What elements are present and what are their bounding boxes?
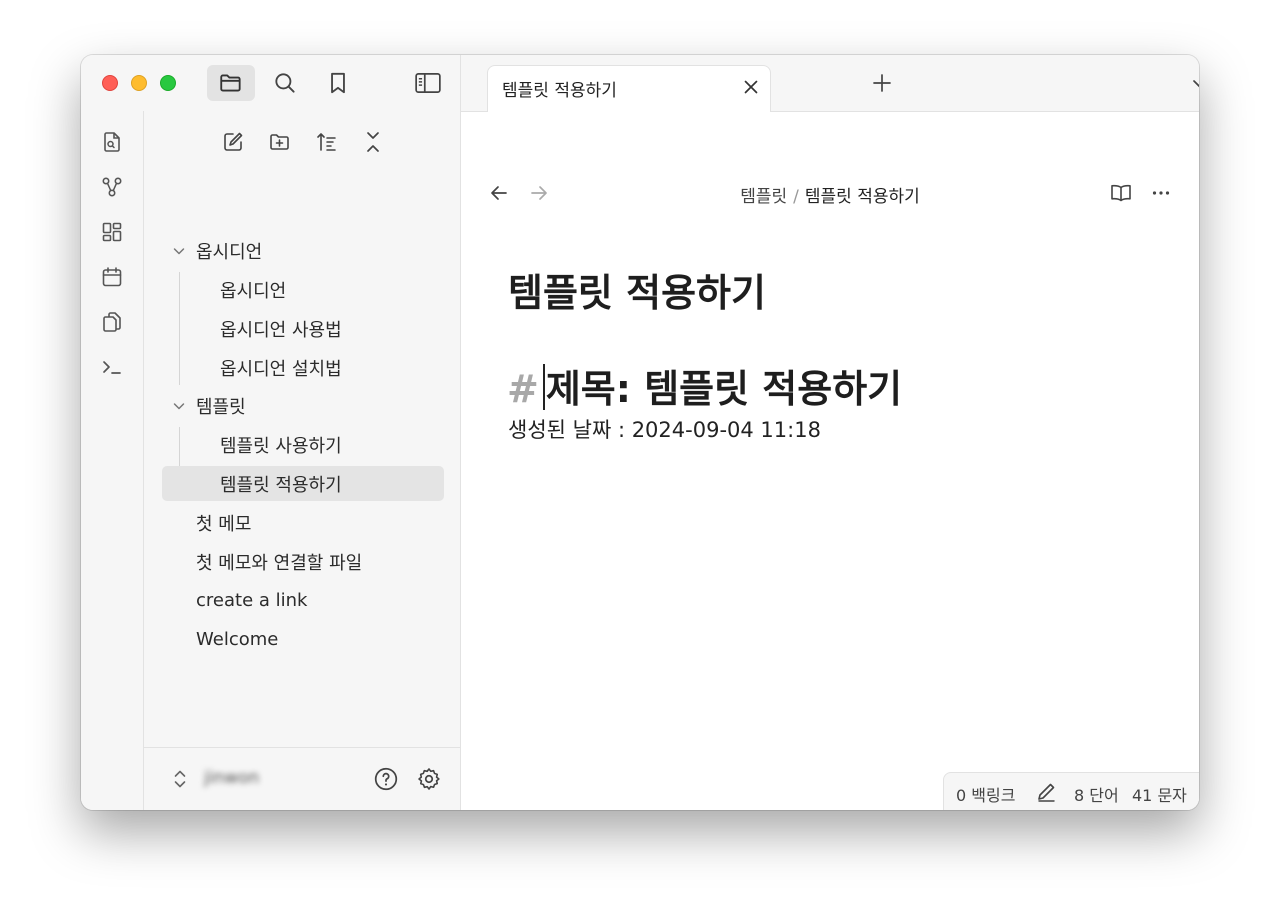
settings-button[interactable] — [415, 765, 443, 793]
breadcrumb-file[interactable]: 템플릿 적용하기 — [805, 187, 920, 207]
ribbon-graph-button[interactable] — [99, 174, 125, 200]
collapse-all-icon — [367, 132, 379, 152]
file-label: create a link — [196, 590, 308, 611]
book-open-icon — [1111, 184, 1131, 202]
sidebar-footer: jinwon — [144, 747, 460, 810]
collapse-all-button[interactable] — [358, 127, 388, 157]
file-label: 템플릿 적용하기 — [220, 474, 342, 496]
new-tab-button[interactable] — [868, 69, 896, 97]
copy-icon — [103, 312, 121, 332]
file-label: 템플릿 사용하기 — [220, 435, 342, 457]
calendar-icon — [102, 267, 122, 287]
pencil-icon — [1038, 783, 1055, 802]
folder-templates[interactable]: 템플릿 — [162, 388, 444, 423]
file-label: 옵시디언 — [220, 280, 287, 302]
status-bar: 0 백링크 8 단어 41 문자 — [943, 772, 1199, 810]
ribbon-daily-note-button[interactable] — [99, 264, 125, 290]
note-title[interactable]: 템플릿 적용하기 — [508, 262, 766, 317]
chevron-down-icon — [173, 403, 185, 410]
file-item-selected[interactable]: 템플릿 적용하기 — [162, 466, 444, 501]
text-cursor — [542, 364, 545, 410]
file-item[interactable]: 템플릿 사용하기 — [162, 427, 444, 462]
file-explorer: 옵시디언 옵시디언 옵시디언 사용법 옵시디언 설치법 템플릿 템플릿 사용하기… — [144, 111, 461, 810]
file-label: 옵시디언 설치법 — [220, 358, 342, 380]
edit-mode-button[interactable] — [1032, 778, 1060, 806]
file-label: 첫 메모 — [196, 513, 252, 535]
ribbon — [81, 111, 144, 810]
zoom-window-button[interactable] — [160, 75, 176, 91]
breadcrumb-folder[interactable]: 템플릿 — [740, 187, 787, 207]
tab-list-button[interactable] — [1186, 70, 1199, 98]
sidebar-left-icon — [415, 72, 441, 94]
files-view-button[interactable] — [207, 65, 255, 101]
folder-label: 템플릿 — [196, 396, 246, 418]
bookmark-icon — [331, 72, 345, 94]
close-icon — [744, 80, 758, 94]
file-item[interactable]: create a link — [162, 583, 444, 618]
tab-active[interactable]: 템플릿 적용하기 — [487, 65, 771, 112]
tab-close-button[interactable] — [740, 76, 762, 98]
char-count: 41 문자 — [1132, 786, 1187, 805]
tab-bar: 템플릿 적용하기 — [461, 55, 1199, 112]
breadcrumb: 템플릿 / 템플릿 적용하기 — [461, 182, 1199, 207]
file-label: 첫 메모와 연결할 파일 — [196, 552, 363, 574]
new-folder-icon — [270, 134, 289, 150]
sort-icon — [317, 133, 336, 151]
backlinks-count[interactable]: 0 백링크 — [956, 782, 1015, 806]
vault-switcher-button[interactable] — [166, 765, 194, 793]
body-line[interactable]: 생성된 날짜 : 2024-09-04 11:18 — [508, 414, 821, 444]
file-item[interactable]: 첫 메모 — [162, 505, 444, 540]
left-titlebar — [81, 55, 461, 112]
app-window: 옵시디언 옵시디언 옵시디언 사용법 옵시디언 설치법 템플릿 템플릿 사용하기… — [81, 55, 1199, 810]
toggle-left-sidebar-button[interactable] — [404, 65, 452, 101]
ribbon-canvas-button[interactable] — [99, 219, 125, 245]
ribbon-command-palette-button[interactable] — [99, 354, 125, 380]
bookmarks-view-button[interactable] — [314, 65, 362, 101]
file-item[interactable]: 옵시디언 — [162, 272, 444, 307]
gear-icon — [418, 768, 440, 790]
file-item[interactable]: 첫 메모와 연결할 파일 — [162, 544, 444, 579]
search-view-button[interactable] — [261, 65, 309, 101]
file-label: 옵시디언 사용법 — [220, 319, 342, 341]
graph-icon — [102, 177, 122, 197]
new-note-button[interactable] — [218, 127, 248, 157]
more-options-button[interactable] — [1147, 179, 1175, 207]
sort-button[interactable] — [312, 127, 342, 157]
chevron-down-icon — [173, 248, 185, 255]
file-item[interactable]: 옵시디언 사용법 — [162, 311, 444, 346]
word-count: 8 단어 — [1074, 786, 1119, 805]
new-folder-button[interactable] — [265, 127, 295, 157]
chevron-down-icon — [1193, 80, 1199, 88]
new-note-icon — [224, 132, 243, 151]
help-icon — [374, 767, 398, 791]
close-window-button[interactable] — [102, 75, 118, 91]
heading-hash: # — [507, 367, 539, 411]
file-label: Welcome — [196, 629, 279, 650]
terminal-icon — [103, 361, 121, 374]
vault-name[interactable]: jinwon — [204, 768, 259, 788]
heading-text: 제목: 템플릿 적용하기 — [545, 367, 903, 411]
heading-line[interactable]: # 제목: 템플릿 적용하기 — [507, 358, 902, 413]
search-icon — [275, 73, 295, 93]
chevron-up-down-icon — [174, 770, 186, 788]
breadcrumb-separator: / — [793, 187, 799, 207]
ribbon-quick-switcher-button[interactable] — [99, 129, 125, 155]
folder-icon — [220, 74, 241, 92]
minimize-window-button[interactable] — [131, 75, 147, 91]
canvas-icon — [102, 222, 122, 242]
file-search-icon — [104, 132, 120, 152]
folder-label: 옵시디언 — [196, 241, 263, 263]
editor-pane: 템플릿 / 템플릿 적용하기 템플릿 적용하기 # 제목: 템플릿 적용하기 생성된 … — [461, 112, 1199, 810]
tab-title: 템플릿 적용하기 — [502, 81, 617, 101]
more-horizontal-icon — [1152, 191, 1170, 195]
plus-icon — [873, 74, 891, 92]
folder-obsidian[interactable]: 옵시디언 — [162, 233, 444, 268]
ribbon-templates-button[interactable] — [99, 309, 125, 335]
file-item[interactable]: Welcome — [162, 622, 444, 657]
help-button[interactable] — [372, 765, 400, 793]
file-item[interactable]: 옵시디언 설치법 — [162, 350, 444, 385]
reading-view-button[interactable] — [1107, 179, 1135, 207]
